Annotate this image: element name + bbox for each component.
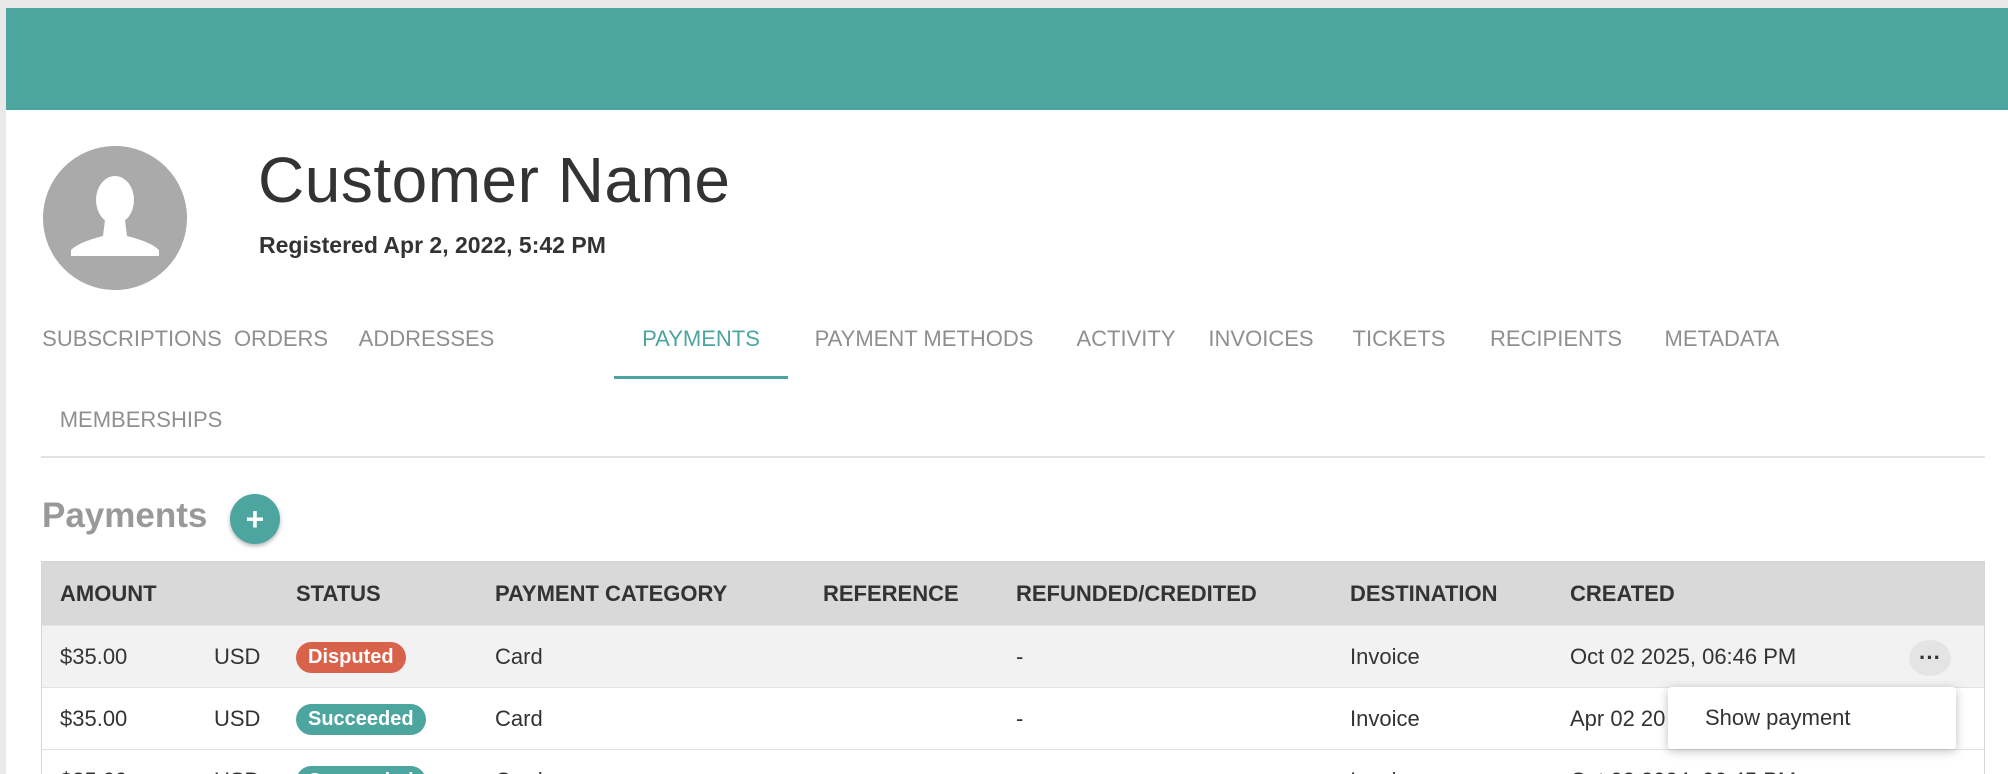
tab-orders[interactable]: ORDERS xyxy=(223,299,339,379)
customer-name: Customer Name xyxy=(258,144,731,216)
amount-cell: $35.00 xyxy=(60,706,128,731)
column-header-created[interactable]: CREATED xyxy=(1570,562,1675,625)
category-cell: Card xyxy=(495,750,543,774)
tab-invoices[interactable]: INVOICES xyxy=(1192,299,1330,379)
tab-addresses[interactable]: ADDRESSES xyxy=(339,299,514,379)
table-header: AMOUNT STATUS PAYMENT CATEGORY REFERENCE… xyxy=(42,562,1984,625)
status-cell: Succeeded xyxy=(296,750,426,774)
status-cell: Succeeded xyxy=(296,688,426,750)
refunded-cell: - xyxy=(1016,706,1024,731)
amount-cell: $35.00 xyxy=(60,644,128,669)
tab-metadata[interactable]: METADATA xyxy=(1644,299,1800,379)
currency-cell: USD xyxy=(214,644,261,669)
row-actions-button[interactable]: ··· xyxy=(1909,640,1951,676)
tab-recipients[interactable]: RECIPIENTS xyxy=(1468,299,1644,379)
tab-payments[interactable]: PAYMENTS xyxy=(614,299,788,379)
status-badge: Succeeded xyxy=(296,703,426,735)
currency-cell: USD xyxy=(214,706,261,731)
amount-cell: $35.00 xyxy=(60,750,127,774)
refunded-cell: - xyxy=(1016,644,1024,669)
app-window: Customer Name Registered Apr 2, 2022, 5:… xyxy=(6,8,2008,774)
category-cell: Card xyxy=(495,644,543,669)
column-header-status[interactable]: STATUS xyxy=(296,562,381,625)
status-cell: Disputed xyxy=(296,626,406,688)
tab-tickets[interactable]: TICKETS xyxy=(1330,299,1468,379)
row-actions-menu: Show payment xyxy=(1668,687,1956,749)
top-bar xyxy=(6,8,2008,110)
column-header-amount[interactable]: AMOUNT xyxy=(60,562,157,625)
tab-bar-row-2: MEMBERSHIPS xyxy=(41,380,1985,460)
category-cell: Card xyxy=(495,706,543,731)
person-silhouette-icon xyxy=(43,146,187,290)
tab-bar: SUBSCRIPTIONS ORDERS ADDRESSES PAYMENTS … xyxy=(41,299,1985,379)
destination-cell: Invoice xyxy=(1350,706,1420,731)
table-row[interactable]: $35.00 USD Succeeded Card Invoice Oct 02… xyxy=(42,749,1984,774)
currency-cell: USD xyxy=(214,750,260,774)
column-header-destination[interactable]: DESTINATION xyxy=(1350,562,1497,625)
created-cell: Apr 02 20 xyxy=(1570,706,1666,731)
destination-cell: Invoice xyxy=(1350,750,1420,774)
created-cell: Oct 02 2025, 06:46 PM xyxy=(1570,644,1797,669)
tab-activity[interactable]: ACTIVITY xyxy=(1060,299,1192,379)
destination-cell: Invoice xyxy=(1350,644,1420,669)
tab-subscriptions[interactable]: SUBSCRIPTIONS xyxy=(41,299,223,379)
column-header-refunded-credited[interactable]: REFUNDED/CREDITED xyxy=(1016,562,1257,625)
table-row[interactable]: $35.00 USD Disputed Card - Invoice Oct 0… xyxy=(42,625,1984,687)
avatar xyxy=(43,146,187,290)
column-header-reference[interactable]: REFERENCE xyxy=(823,562,959,625)
more-horizontal-icon: ··· xyxy=(1919,645,1941,670)
status-badge: Succeeded xyxy=(296,765,426,774)
tab-divider xyxy=(41,456,1985,458)
created-cell: Oct 02 2024, 06:45 PM xyxy=(1570,750,1796,774)
registered-date: Registered Apr 2, 2022, 5:42 PM xyxy=(259,232,606,258)
show-payment-menu-item[interactable]: Show payment xyxy=(1668,705,1851,731)
add-payment-button[interactable]: + xyxy=(230,494,280,544)
tab-memberships[interactable]: MEMBERSHIPS xyxy=(41,380,241,460)
plus-icon: + xyxy=(245,500,265,537)
payments-title: Payments xyxy=(42,496,208,535)
column-header-payment-category[interactable]: PAYMENT CATEGORY xyxy=(495,562,727,625)
tab-payment-methods[interactable]: PAYMENT METHODS xyxy=(788,299,1060,379)
status-badge: Disputed xyxy=(296,641,406,673)
